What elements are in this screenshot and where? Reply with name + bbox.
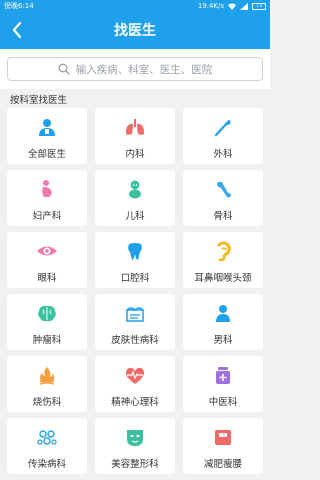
fire-icon — [39, 367, 55, 385]
department-item[interactable]: 内科 — [95, 108, 175, 164]
department-label: 减肥瘦腰 — [203, 459, 242, 470]
department-item[interactable]: 骨科 — [183, 170, 263, 226]
search-area: 输入疾病、科室、医生、医院 — [0, 49, 270, 89]
department-label: 内科 — [125, 149, 145, 160]
department-label: 烧伤科 — [32, 397, 62, 408]
department-label: 耳鼻咽喉头颈 — [194, 273, 252, 284]
brain-icon — [38, 305, 56, 322]
department-item[interactable]: 中医科 — [183, 356, 263, 412]
search-placeholder: 输入疾病、科室、医生、医院 — [75, 63, 213, 76]
department-item[interactable]: 儿科 — [95, 170, 175, 226]
battery-icon: 73 — [252, 3, 266, 10]
department-label: 骨科 — [213, 211, 233, 222]
face-mask-icon — [127, 430, 143, 446]
department-item[interactable]: 烧伤科 — [7, 356, 87, 412]
department-item[interactable]: 美容整形科 — [95, 418, 175, 474]
page-title: 找医生 — [114, 23, 156, 39]
skin-icon — [126, 307, 144, 322]
department-item[interactable]: 皮肤性病科 — [95, 294, 175, 350]
department-item[interactable]: 外科 — [183, 108, 263, 164]
department-item[interactable]: 全部医生 — [7, 108, 87, 164]
department-label: 全部医生 — [27, 149, 66, 160]
search-input[interactable]: 输入疾病、科室、医生、医院 — [7, 57, 263, 81]
scale-icon — [215, 430, 231, 445]
department-item[interactable]: 男科 — [183, 294, 263, 350]
department-label: 中医科 — [208, 397, 238, 408]
baby-icon — [129, 180, 141, 199]
pregnant-icon — [42, 180, 52, 197]
medicine-jar-icon — [216, 367, 230, 384]
department-label: 传染病科 — [27, 459, 66, 470]
department-item[interactable]: 精神心理科 — [95, 356, 175, 412]
department-item[interactable]: 传染病科 — [7, 418, 87, 474]
department-label: 肿瘤科 — [32, 335, 62, 346]
department-label: 儿科 — [125, 211, 145, 222]
department-item[interactable]: 减肥瘦腰 — [183, 418, 263, 474]
department-item[interactable]: 眼科 — [7, 232, 87, 288]
search-icon — [58, 63, 70, 75]
department-label: 美容整形科 — [111, 459, 159, 470]
department-item[interactable]: 肿瘤科 — [7, 294, 87, 350]
top-nav-bar: 找医生 — [0, 13, 270, 49]
department-label: 妇产科 — [32, 211, 62, 222]
department-item[interactable]: 耳鼻咽喉头颈 — [183, 232, 263, 288]
scalpel-icon — [214, 119, 231, 137]
heartbeat-icon — [125, 367, 145, 384]
ear-icon — [217, 241, 231, 261]
virus-icon — [37, 430, 57, 445]
bone-icon — [217, 181, 231, 198]
status-bar: 傍晚6:14 19.4K/s 73 — [0, 0, 270, 13]
wifi-icon — [228, 3, 236, 10]
signal-icon — [240, 3, 248, 10]
department-label: 外科 — [213, 149, 233, 160]
department-label: 眼科 — [37, 273, 57, 284]
department-item[interactable]: 口腔科 — [95, 232, 175, 288]
department-label: 皮肤性病科 — [111, 335, 159, 346]
doctor-icon — [39, 119, 55, 136]
male-icon — [216, 305, 230, 322]
department-label: 口腔科 — [120, 273, 150, 284]
section-title: 按科室找医生 — [10, 95, 68, 106]
network-speed: 19.4K/s — [197, 2, 224, 10]
eye-icon — [37, 246, 57, 256]
department-label: 精神心理科 — [111, 397, 159, 408]
department-label: 男科 — [213, 335, 233, 346]
status-right: 19.4K/s 73 — [198, 0, 266, 13]
department-item[interactable]: 妇产科 — [7, 170, 87, 226]
tooth-icon — [128, 243, 142, 260]
status-time: 傍晚6:14 — [4, 2, 34, 10]
lungs-icon — [126, 119, 144, 135]
